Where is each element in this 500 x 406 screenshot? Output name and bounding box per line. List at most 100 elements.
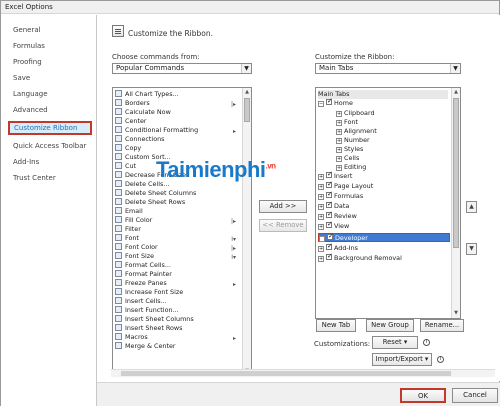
tree-item-cells[interactable]: + Cells — [336, 154, 359, 163]
expand-icon[interactable]: + — [336, 138, 342, 144]
tree-item-font[interactable]: + Font — [336, 118, 358, 127]
new-tab-button[interactable]: New Tab — [316, 319, 356, 332]
expand-icon[interactable]: + — [336, 156, 342, 162]
tree-item-data[interactable]: +Data — [318, 200, 349, 211]
expand-icon[interactable]: + — [336, 120, 342, 126]
expand-icon[interactable]: + — [318, 246, 324, 252]
nav-item-proofing[interactable]: Proofing — [9, 55, 95, 69]
tree-item-view[interactable]: +View — [318, 220, 349, 231]
tree-item-styles[interactable]: + Styles — [336, 145, 363, 154]
list-item[interactable]: Font I▾ — [115, 234, 239, 243]
scroll-up-icon[interactable]: ▲ — [452, 88, 460, 97]
checkbox-icon[interactable] — [326, 190, 333, 199]
tree-item-alignment[interactable]: + Alignment — [336, 127, 377, 136]
list-item[interactable]: Connections — [115, 135, 239, 144]
list-item[interactable]: All Chart Types... — [115, 90, 239, 99]
nav-item-customize-ribbon[interactable]: Customize Ribbon — [8, 121, 92, 135]
list-item[interactable]: Insert Sheet Rows — [115, 324, 239, 333]
scroll-thumb[interactable] — [121, 371, 451, 376]
expand-icon[interactable]: + — [336, 129, 342, 135]
list-item[interactable]: Increase Font Size — [115, 288, 239, 297]
list-item[interactable]: Merge & Center — [115, 342, 239, 351]
list-item[interactable]: Calculate Now — [115, 108, 239, 117]
commands-list[interactable]: All Chart Types... Borders |▸ Calculate N… — [112, 87, 252, 377]
list-item[interactable]: Email — [115, 207, 239, 216]
nav-item-save[interactable]: Save — [9, 71, 95, 85]
nav-item-formulas[interactable]: Formulas — [9, 39, 95, 53]
nav-item-quick-access-toolbar[interactable]: Quick Access Toolbar — [9, 139, 95, 153]
list-item[interactable]: Format Cells... — [115, 261, 239, 270]
move-up-button[interactable]: ▲ — [466, 201, 477, 213]
checkbox-icon[interactable] — [326, 170, 333, 179]
scroll-up-icon[interactable]: ▲ — [243, 88, 251, 97]
new-group-button[interactable]: New Group — [366, 319, 414, 332]
list-item[interactable]: Copy — [115, 144, 239, 153]
tree-item-editing[interactable]: + Editing — [336, 163, 366, 172]
list-item[interactable]: Freeze Panes ▸ — [115, 279, 239, 288]
tree-item-insert[interactable]: +Insert — [318, 170, 352, 181]
list-item[interactable]: Insert Cells... — [115, 297, 239, 306]
ribbon-tree[interactable]: Main Tabs −Home +Clipboard +Font +Alignm… — [315, 87, 461, 319]
list-item[interactable]: Macros ▸ — [115, 333, 239, 342]
list-item[interactable]: Insert Sheet Columns — [115, 315, 239, 324]
list-item[interactable]: Font Color |▸ — [115, 243, 239, 252]
checkbox-icon[interactable] — [326, 242, 333, 251]
tree-item-formulas[interactable]: +Formulas — [318, 190, 363, 201]
expand-icon[interactable]: + — [336, 147, 342, 153]
expand-icon[interactable]: + — [336, 111, 342, 117]
tree-item-clipboard[interactable]: + Clipboard — [336, 109, 375, 118]
collapse-icon[interactable]: − — [318, 101, 324, 107]
expand-icon[interactable]: + — [318, 194, 324, 200]
checkbox-icon[interactable] — [326, 252, 333, 261]
reset-button[interactable]: Reset ▾ — [372, 336, 418, 349]
checkbox-icon[interactable] — [326, 180, 333, 189]
tree-item-number[interactable]: + Number — [336, 136, 370, 145]
expand-icon[interactable]: + — [336, 165, 342, 171]
list-item[interactable]: Conditional Formatting ▸ — [115, 126, 239, 135]
checkbox-icon[interactable] — [326, 200, 333, 209]
expand-icon[interactable]: + — [318, 184, 324, 190]
expand-icon[interactable]: + — [318, 214, 324, 220]
ribbon-tabs-dropdown[interactable]: Main Tabs ▼ — [315, 63, 461, 74]
list-item[interactable]: Fill Color |▸ — [115, 216, 239, 225]
list-item[interactable]: Filter — [115, 225, 239, 234]
expand-icon[interactable]: + — [318, 174, 324, 180]
nav-item-trust-center[interactable]: Trust Center — [9, 171, 95, 185]
commands-scrollbar[interactable]: ▲ ▼ — [242, 88, 251, 376]
cancel-button[interactable]: Cancel — [452, 388, 498, 403]
nav-item-add-ins[interactable]: Add-Ins — [9, 155, 95, 169]
tree-item-review[interactable]: +Review — [318, 210, 357, 221]
checkbox-icon[interactable] — [326, 97, 333, 106]
nav-item-general[interactable]: General — [9, 23, 95, 37]
expand-icon[interactable]: + — [318, 256, 324, 262]
add-button[interactable]: Add >> — [259, 200, 307, 213]
ok-button[interactable]: OK — [400, 388, 446, 403]
tree-item-developer[interactable]: +Developer — [318, 232, 450, 242]
list-item[interactable]: Borders |▸ — [115, 99, 239, 108]
checkbox-icon[interactable] — [326, 210, 333, 219]
list-item[interactable]: Insert Function... — [115, 306, 239, 315]
scroll-down-icon[interactable]: ▼ — [452, 309, 460, 318]
expand-icon[interactable]: + — [318, 204, 324, 210]
import-export-button[interactable]: Import/Export ▾ — [372, 353, 432, 366]
list-item[interactable]: Delete Sheet Columns — [115, 189, 239, 198]
ribbon-tree-scrollbar[interactable]: ▲ ▼ — [451, 88, 460, 318]
tree-item-home[interactable]: −Home — [318, 97, 353, 108]
scroll-thumb[interactable] — [244, 98, 250, 122]
rename-button[interactable]: Rename... — [420, 319, 464, 332]
nav-item-language[interactable]: Language — [9, 87, 95, 101]
tree-item-background-removal[interactable]: +Background Removal — [318, 252, 402, 263]
list-item[interactable]: Font Size I▾ — [115, 252, 239, 261]
checkbox-icon[interactable] — [326, 220, 333, 229]
expand-icon[interactable]: + — [318, 224, 324, 230]
list-item[interactable]: Center — [115, 117, 239, 126]
list-item[interactable]: Format Painter — [115, 270, 239, 279]
horizontal-scrollbar[interactable] — [111, 369, 495, 377]
commands-from-dropdown[interactable]: Popular Commands ▼ — [112, 63, 252, 74]
scroll-thumb[interactable] — [453, 98, 459, 248]
nav-item-advanced[interactable]: Advanced — [9, 103, 95, 117]
tree-item-add-ins[interactable]: +Add-Ins — [318, 242, 358, 253]
remove-button[interactable]: << Remove — [259, 219, 307, 232]
move-down-button[interactable]: ▼ — [466, 243, 477, 255]
checkbox-icon[interactable] — [327, 232, 334, 241]
